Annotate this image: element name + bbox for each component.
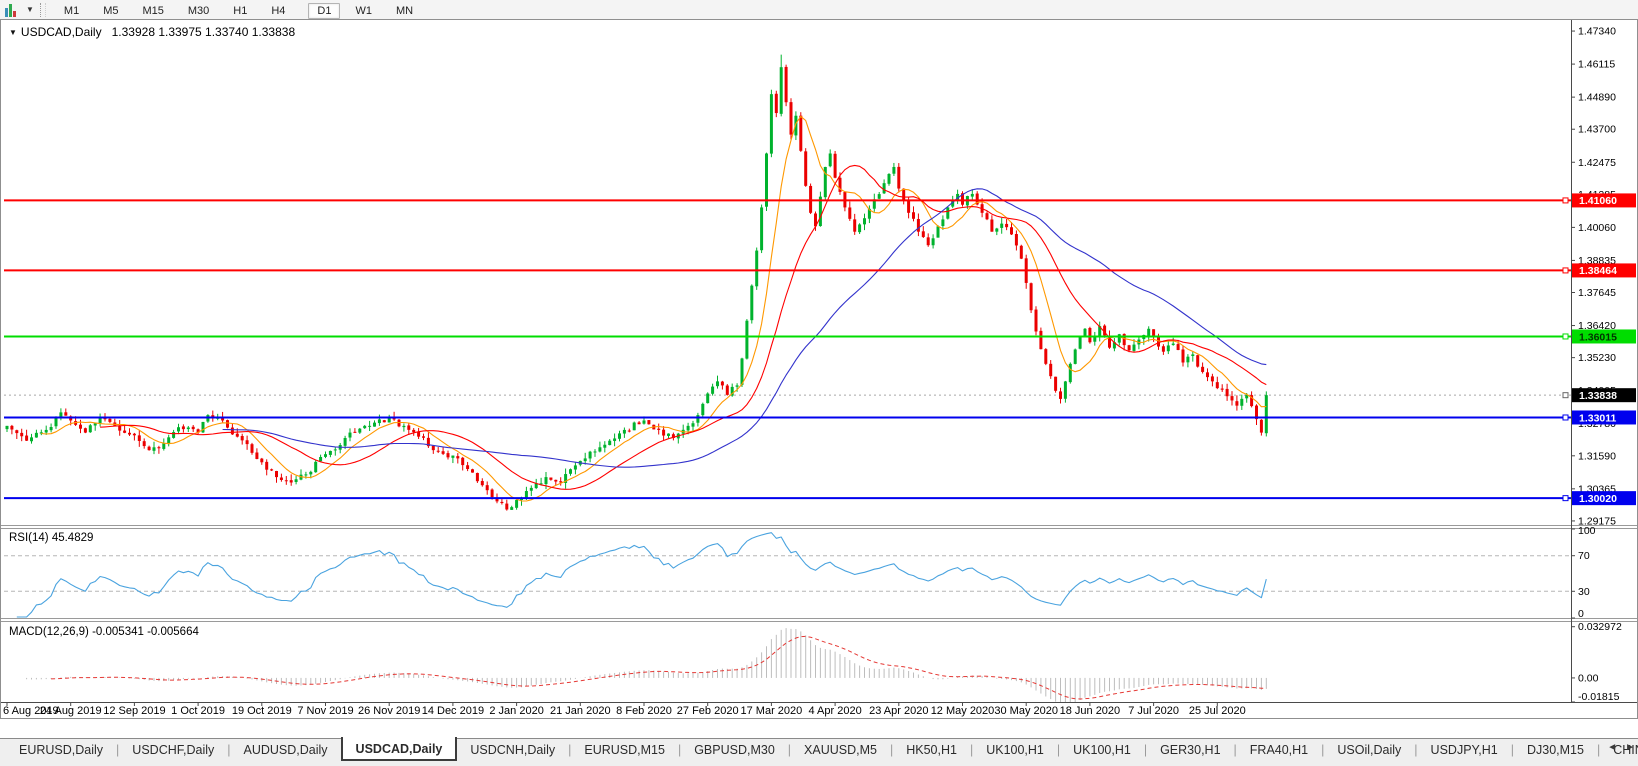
svg-text:30: 30 [1578, 586, 1590, 598]
dropdown-caret-icon[interactable]: ▼ [26, 5, 34, 14]
chart-tab-hk50-h1[interactable]: HK50,H1 [893, 739, 970, 760]
svg-text:1.46115: 1.46115 [1578, 59, 1615, 71]
moving-average-lines [41, 116, 1266, 501]
svg-text:1.43700: 1.43700 [1578, 124, 1616, 136]
svg-text:14 Dec 2019: 14 Dec 2019 [422, 705, 484, 717]
svg-text:7 Nov 2019: 7 Nov 2019 [297, 705, 353, 717]
svg-text:1.36015: 1.36015 [1579, 331, 1617, 343]
svg-text:70: 70 [1578, 550, 1590, 562]
chart-tab-uk100-h1[interactable]: UK100,H1 [973, 739, 1057, 760]
chart-tab-usdcad-daily[interactable]: USDCAD,Daily [341, 737, 458, 761]
chart-title: ▼ USDCAD,Daily 1.33928 1.33975 1.33740 1.3… [9, 25, 295, 39]
svg-text:1.38464: 1.38464 [1579, 265, 1617, 277]
macd-pane [27, 628, 1267, 702]
svg-text:0: 0 [1578, 608, 1584, 620]
candles-layer [6, 55, 1268, 511]
chart-symbol-label: USDCAD,Daily [21, 25, 102, 39]
svg-text:4 Apr 2020: 4 Apr 2020 [808, 705, 861, 717]
rsi-pane [4, 533, 1571, 617]
timeframe-button-w1[interactable]: W1 [346, 3, 381, 19]
chart-tab-audusd-daily[interactable]: AUDUSD,Daily [231, 739, 341, 760]
toolbar-grip[interactable] [40, 3, 46, 17]
svg-text:19 Oct 2019: 19 Oct 2019 [232, 705, 292, 717]
svg-text:17 Mar 2020: 17 Mar 2020 [741, 705, 803, 717]
svg-text:21 Jan 2020: 21 Jan 2020 [550, 705, 611, 717]
svg-text:-0.01815: -0.01815 [1578, 691, 1620, 703]
svg-text:1.41060: 1.41060 [1579, 195, 1617, 207]
level-lines[interactable] [4, 200, 1571, 498]
axis-frame [1, 20, 1637, 703]
trading-terminal: { "toolbar": { "timeframes": ["M1","M5",… [0, 0, 1638, 766]
chart-tab-usoil-daily[interactable]: USOil,Daily [1324, 739, 1414, 760]
chart-ohlc-values: 1.33928 1.33975 1.33740 1.33838 [112, 25, 296, 39]
chart-canvas[interactable]: 1.473401.461151.448901.437001.424751.412… [1, 20, 1637, 718]
rsi-indicator-label: RSI(14) 45.4829 [9, 532, 93, 544]
svg-text:1.44890: 1.44890 [1578, 92, 1616, 104]
timeframe-button-m5[interactable]: M5 [94, 3, 127, 19]
svg-text:18 Jun 2020: 18 Jun 2020 [1060, 705, 1121, 717]
svg-text:0.032972: 0.032972 [1578, 621, 1622, 633]
svg-text:26 Nov 2019: 26 Nov 2019 [358, 705, 420, 717]
svg-text:24 Aug 2019: 24 Aug 2019 [40, 705, 102, 717]
chart-tab-dj30-m15[interactable]: DJ30,M15 [1514, 739, 1597, 760]
tab-scroll-left-icon[interactable]: ◄ [1607, 742, 1617, 753]
rsi-axis: 100 70 30 0 [1571, 525, 1596, 620]
timeframe-button-m1[interactable]: M1 [55, 3, 88, 19]
svg-text:1.33011: 1.33011 [1579, 412, 1617, 424]
svg-text:1 Oct 2019: 1 Oct 2019 [171, 705, 225, 717]
tab-scroll-right-icon[interactable]: ► [1625, 742, 1635, 753]
timeframe-button-d1[interactable]: D1 [308, 3, 340, 19]
chart-tab-eurusd-daily[interactable]: EURUSD,Daily [6, 739, 116, 760]
chart-tab-usdchf-daily[interactable]: USDCHF,Daily [119, 739, 227, 760]
svg-text:2 Jan 2020: 2 Jan 2020 [489, 705, 543, 717]
svg-text:1.42475: 1.42475 [1578, 157, 1616, 169]
symbol-tabbar: EURUSD,Daily|USDCHF,Daily|AUDUSD,DailyUS… [0, 738, 1638, 763]
chart-tab-usdjpy-h1[interactable]: USDJPY,H1 [1418, 739, 1511, 760]
svg-text:12 Sep 2019: 12 Sep 2019 [103, 705, 165, 717]
chart-tab-gbpusd-m30[interactable]: GBPUSD,M30 [681, 739, 788, 760]
svg-text:1.31590: 1.31590 [1578, 450, 1616, 462]
chart-tab-eurusd-m15[interactable]: EURUSD,M15 [571, 739, 678, 760]
macd-indicator-label: MACD(12,26,9) -0.005341 -0.005664 [9, 626, 199, 638]
svg-text:1.37645: 1.37645 [1578, 287, 1616, 299]
timeframe-button-mn[interactable]: MN [387, 3, 422, 19]
chart-tab-fra40-h1[interactable]: FRA40,H1 [1237, 739, 1321, 760]
chart-tab-ger30-h1[interactable]: GER30,H1 [1147, 739, 1233, 760]
timeframe-toolbar: ▼ M1 M5 M15 M30 H1 H4 D1 W1 MN [0, 0, 1638, 20]
collapse-caret-icon[interactable]: ▼ [9, 28, 17, 37]
chart-tab-usdcnh-daily[interactable]: USDCNH,Daily [457, 739, 568, 760]
macd-signal-line [51, 636, 1266, 699]
svg-text:27 Feb 2020: 27 Feb 2020 [677, 705, 739, 717]
svg-text:1.47340: 1.47340 [1578, 26, 1616, 38]
svg-text:0.00: 0.00 [1578, 672, 1599, 684]
timeframe-button-h1[interactable]: H1 [224, 3, 256, 19]
chart-window: 1.473401.461151.448901.437001.424751.412… [0, 19, 1638, 719]
timeframe-button-m30[interactable]: M30 [179, 3, 218, 19]
pane-dividers[interactable] [1, 525, 1637, 622]
tab-scroll-buttons: ◄ ► [1607, 742, 1635, 753]
svg-text:25 Jul 2020: 25 Jul 2020 [1189, 705, 1246, 717]
timeframe-buttons: M1 M5 M15 M30 H1 H4 D1 W1 MN [52, 1, 425, 19]
chart-type-icon[interactable] [3, 1, 25, 18]
timeframe-button-m15[interactable]: M15 [133, 3, 172, 19]
timeframe-button-h4[interactable]: H4 [262, 3, 294, 19]
svg-text:1.35230: 1.35230 [1578, 352, 1616, 364]
svg-text:1.33838: 1.33838 [1579, 390, 1617, 402]
svg-text:30 May 2020: 30 May 2020 [994, 705, 1058, 717]
rsi-line [17, 533, 1267, 617]
svg-text:23 Apr 2020: 23 Apr 2020 [869, 705, 928, 717]
chart-tab-uk100-h1[interactable]: UK100,H1 [1060, 739, 1144, 760]
svg-text:8 Feb 2020: 8 Feb 2020 [616, 705, 672, 717]
svg-text:12 May 2020: 12 May 2020 [931, 705, 995, 717]
chart-tab-xauusd-m5[interactable]: XAUUSD,M5 [791, 739, 890, 760]
macd-axis: 0.032972 0.00 -0.01815 [1571, 621, 1622, 703]
date-axis[interactable]: 6 Aug 201924 Aug 201912 Sep 20191 Oct 20… [3, 702, 1246, 717]
svg-text:1.40060: 1.40060 [1578, 222, 1616, 234]
svg-text:1.30020: 1.30020 [1579, 493, 1617, 505]
svg-text:100: 100 [1578, 525, 1596, 537]
svg-text:7 Jul 2020: 7 Jul 2020 [1128, 705, 1179, 717]
